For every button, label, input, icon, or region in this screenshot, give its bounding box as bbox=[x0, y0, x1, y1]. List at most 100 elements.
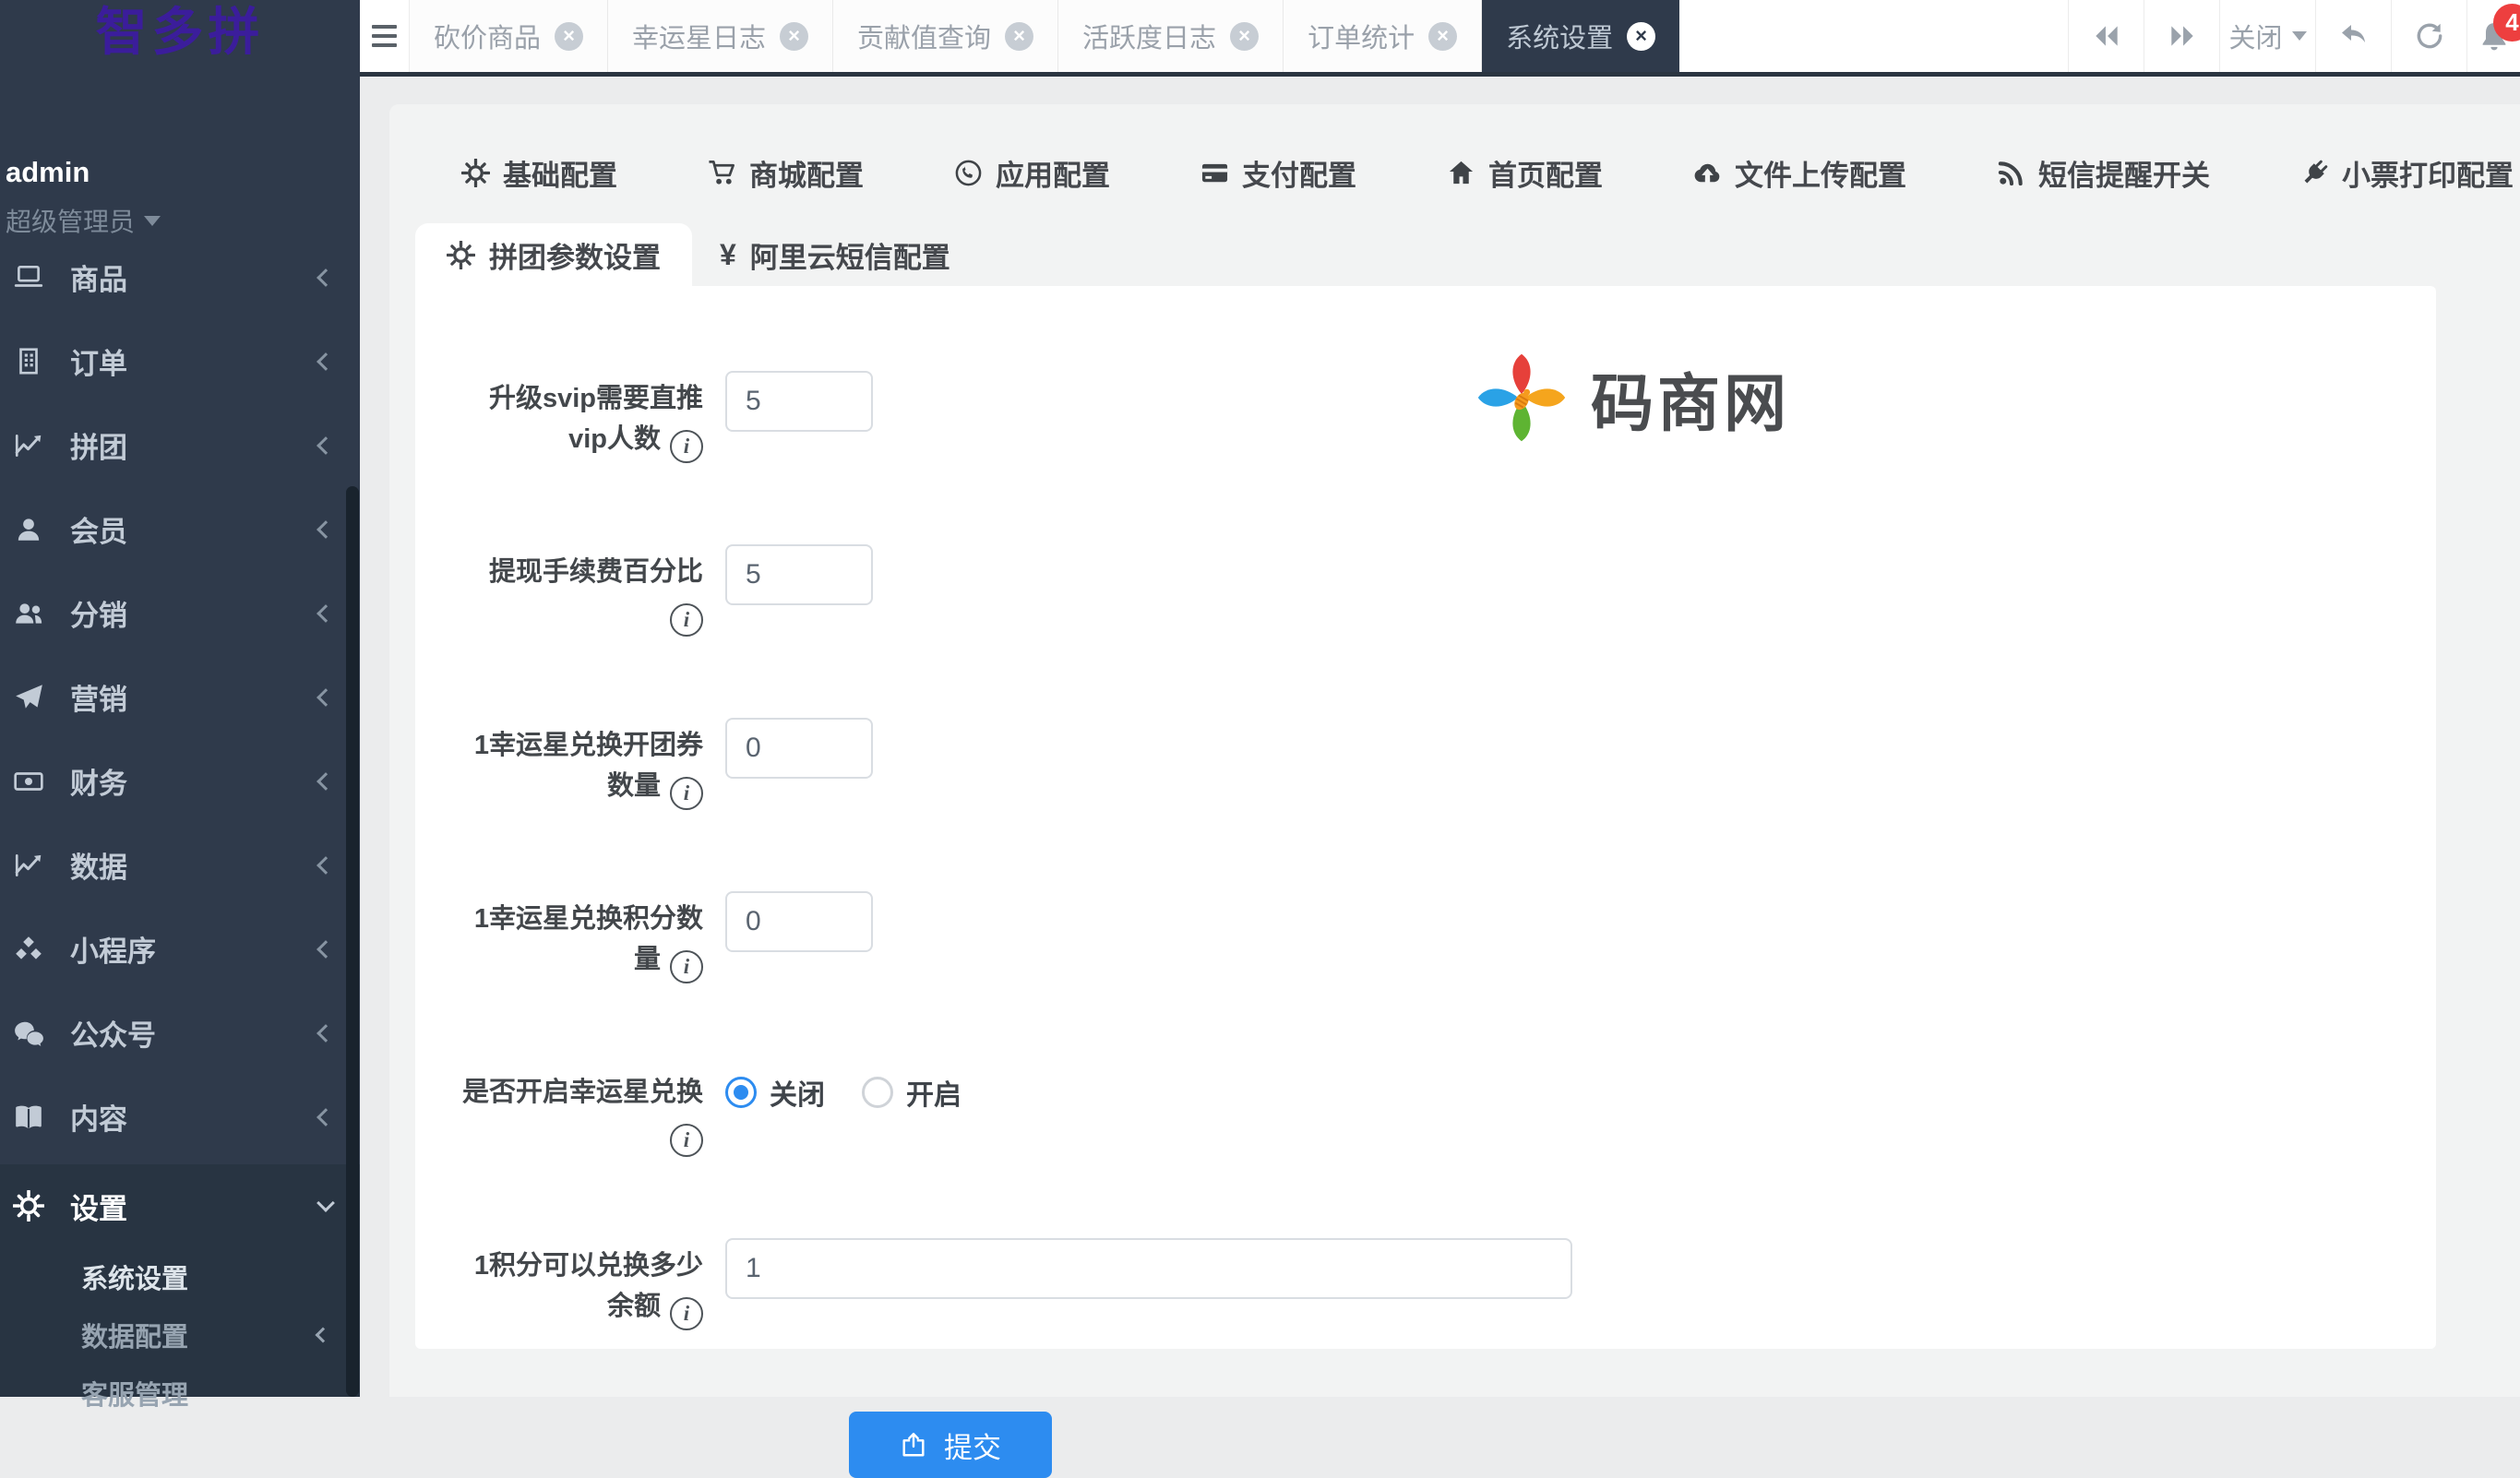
subtab-label: 拼团参数设置 bbox=[489, 234, 661, 276]
close-tabs-dropdown[interactable]: 关闭 bbox=[2219, 0, 2315, 72]
config-tab-label: 商城配置 bbox=[749, 152, 864, 194]
watermark-text: 码商网 bbox=[1591, 352, 1790, 444]
sidebar-item-label: 内容 bbox=[70, 1096, 127, 1138]
config-tab-label: 短信提醒开关 bbox=[2038, 152, 2210, 194]
radio-option-off[interactable]: 关闭 bbox=[725, 1072, 825, 1113]
close-icon[interactable]: × bbox=[780, 22, 808, 51]
sidebar-item-goods[interactable]: 商品 bbox=[0, 235, 360, 319]
close-icon[interactable]: × bbox=[555, 22, 583, 51]
chart-line-icon bbox=[13, 430, 55, 461]
subtab-aliyun-sms[interactable]: ¥ 阿里云短信配置 bbox=[692, 223, 978, 286]
chart-line-icon bbox=[13, 850, 55, 881]
double-right-icon bbox=[2167, 23, 2198, 49]
rss-icon bbox=[1997, 159, 2025, 187]
sidebar-item-data[interactable]: 数据 bbox=[0, 823, 360, 907]
chevron-left-icon bbox=[316, 268, 335, 287]
scroll-tabs-left-button[interactable] bbox=[2068, 0, 2144, 72]
submenu-label: 数据配置 bbox=[81, 1316, 188, 1354]
sidebar-scrollbar[interactable] bbox=[346, 486, 359, 1397]
config-tab-receipt-print[interactable]: 小票打印配置 bbox=[2300, 152, 2514, 194]
withdraw-fee-percent-input[interactable] bbox=[725, 544, 873, 605]
sidebar-item-marketing[interactable]: 营销 bbox=[0, 655, 360, 739]
sidebar-item-official-account[interactable]: 公众号 bbox=[0, 991, 360, 1075]
config-tab-homepage[interactable]: 首页配置 bbox=[1447, 152, 1603, 194]
svip-direct-vip-count-input[interactable] bbox=[725, 371, 873, 432]
sidebar-item-label: 财务 bbox=[70, 760, 127, 802]
flower-logo-icon bbox=[1467, 343, 1576, 452]
config-tab-app[interactable]: 应用配置 bbox=[954, 152, 1110, 194]
sidebar-item-content[interactable]: 内容 bbox=[0, 1075, 360, 1159]
sidebar-item-finance[interactable]: 财务 bbox=[0, 739, 360, 823]
sidebar-item-members[interactable]: 会员 bbox=[0, 487, 360, 571]
submit-button[interactable]: 提交 bbox=[849, 1412, 1052, 1478]
config-tab-label: 应用配置 bbox=[996, 152, 1110, 194]
field-label: 1幸运星兑换积分数 量i bbox=[415, 891, 703, 983]
gear-icon bbox=[447, 241, 475, 269]
tab-system-settings[interactable]: 系统设置 × bbox=[1482, 0, 1679, 72]
notifications-button[interactable]: 4 bbox=[2466, 0, 2520, 72]
sidebar-settings-section: 设置 系统设置 数据配置 客服管理 bbox=[0, 1164, 360, 1397]
radio-option-on[interactable]: 开启 bbox=[862, 1072, 961, 1113]
close-icon[interactable]: × bbox=[1005, 22, 1033, 51]
submenu-label: 客服管理 bbox=[81, 1374, 188, 1412]
sub-tabs-row: 拼团参数设置 ¥ 阿里云短信配置 bbox=[415, 223, 978, 286]
close-icon[interactable]: × bbox=[1428, 22, 1457, 51]
scroll-tabs-right-button[interactable] bbox=[2144, 0, 2219, 72]
user-role-dropdown[interactable]: 超级管理员 bbox=[6, 202, 360, 239]
yen-icon: ¥ bbox=[720, 238, 736, 272]
config-tab-mall[interactable]: 商城配置 bbox=[708, 152, 864, 194]
sidebar-item-distribution[interactable]: 分销 bbox=[0, 571, 360, 655]
chevron-down-icon bbox=[316, 1194, 335, 1212]
tab-contribution-query[interactable]: 贡献值查询 × bbox=[833, 0, 1058, 72]
undo-arrow-icon bbox=[2338, 22, 2370, 50]
money-bill-icon bbox=[13, 766, 55, 797]
sidebar-item-label: 商品 bbox=[70, 256, 127, 298]
luckystar-points-count-input[interactable] bbox=[725, 891, 873, 952]
chevron-left-icon bbox=[316, 688, 335, 707]
tab-bargain-goods[interactable]: 砍价商品 × bbox=[410, 0, 608, 72]
chevron-left-icon bbox=[316, 604, 335, 623]
radio-selected-icon bbox=[725, 1077, 757, 1108]
sidebar-subitem-system-settings[interactable]: 系统设置 bbox=[0, 1247, 360, 1305]
radio-unselected-icon bbox=[862, 1077, 893, 1108]
config-tab-file-upload[interactable]: 文件上传配置 bbox=[1693, 152, 1906, 194]
config-tab-label: 首页配置 bbox=[1488, 152, 1603, 194]
points-to-balance-input[interactable] bbox=[725, 1238, 1572, 1299]
field-label: 1幸运星兑换开团券 数量i bbox=[415, 718, 703, 810]
tab-lucky-star-log[interactable]: 幸运星日志 × bbox=[608, 0, 833, 72]
close-icon[interactable]: × bbox=[1627, 22, 1655, 51]
refresh-button[interactable] bbox=[2391, 0, 2466, 72]
info-icon: i bbox=[670, 1297, 703, 1330]
tab-label: 订单统计 bbox=[1308, 17, 1415, 55]
sidebar-item-groupbuy[interactable]: 拼团 bbox=[0, 403, 360, 487]
form-row: 1幸运星兑换开团券 数量i bbox=[415, 718, 2436, 810]
sidebar-item-orders[interactable]: 订单 bbox=[0, 319, 360, 403]
config-tab-sms-reminder[interactable]: 短信提醒开关 bbox=[1997, 152, 2210, 194]
subtab-group-params[interactable]: 拼团参数设置 bbox=[415, 223, 692, 286]
gear-icon bbox=[13, 1190, 55, 1222]
back-button[interactable] bbox=[2315, 0, 2391, 72]
tab-order-stats[interactable]: 订单统计 × bbox=[1284, 0, 1482, 72]
gear-icon bbox=[461, 159, 490, 187]
form-row: 升级svip需要直推 vip人数i bbox=[415, 371, 2436, 463]
form-row: 1积分可以兑换多少 余额i bbox=[415, 1238, 2436, 1330]
config-tab-payment[interactable]: 支付配置 bbox=[1200, 152, 1356, 194]
sidebar-subitem-data-config[interactable]: 数据配置 bbox=[0, 1305, 360, 1364]
tab-activity-log[interactable]: 活跃度日志 × bbox=[1058, 0, 1284, 72]
config-tab-basic[interactable]: 基础配置 bbox=[461, 152, 617, 194]
luckystar-coupon-count-input[interactable] bbox=[725, 718, 873, 779]
info-icon: i bbox=[670, 950, 703, 983]
info-icon: i bbox=[670, 430, 703, 463]
close-icon[interactable]: × bbox=[1230, 22, 1259, 51]
sidebar-item-label: 拼团 bbox=[70, 424, 127, 466]
info-icon: i bbox=[670, 777, 703, 810]
sidebar-subitem-customer-service[interactable]: 客服管理 bbox=[0, 1364, 360, 1422]
sidebar-item-settings[interactable]: 设置 bbox=[0, 1164, 360, 1247]
sidebar-item-miniprogram[interactable]: 小程序 bbox=[0, 907, 360, 991]
hamburger-menu-button[interactable] bbox=[360, 0, 410, 72]
whatsapp-icon bbox=[954, 159, 983, 187]
chevron-left-icon bbox=[316, 1024, 335, 1043]
luckystar-exchange-radio-group: 关闭 开启 bbox=[725, 1065, 961, 1113]
config-tab-label: 小票打印配置 bbox=[2342, 152, 2514, 194]
cubes-icon bbox=[13, 934, 55, 965]
